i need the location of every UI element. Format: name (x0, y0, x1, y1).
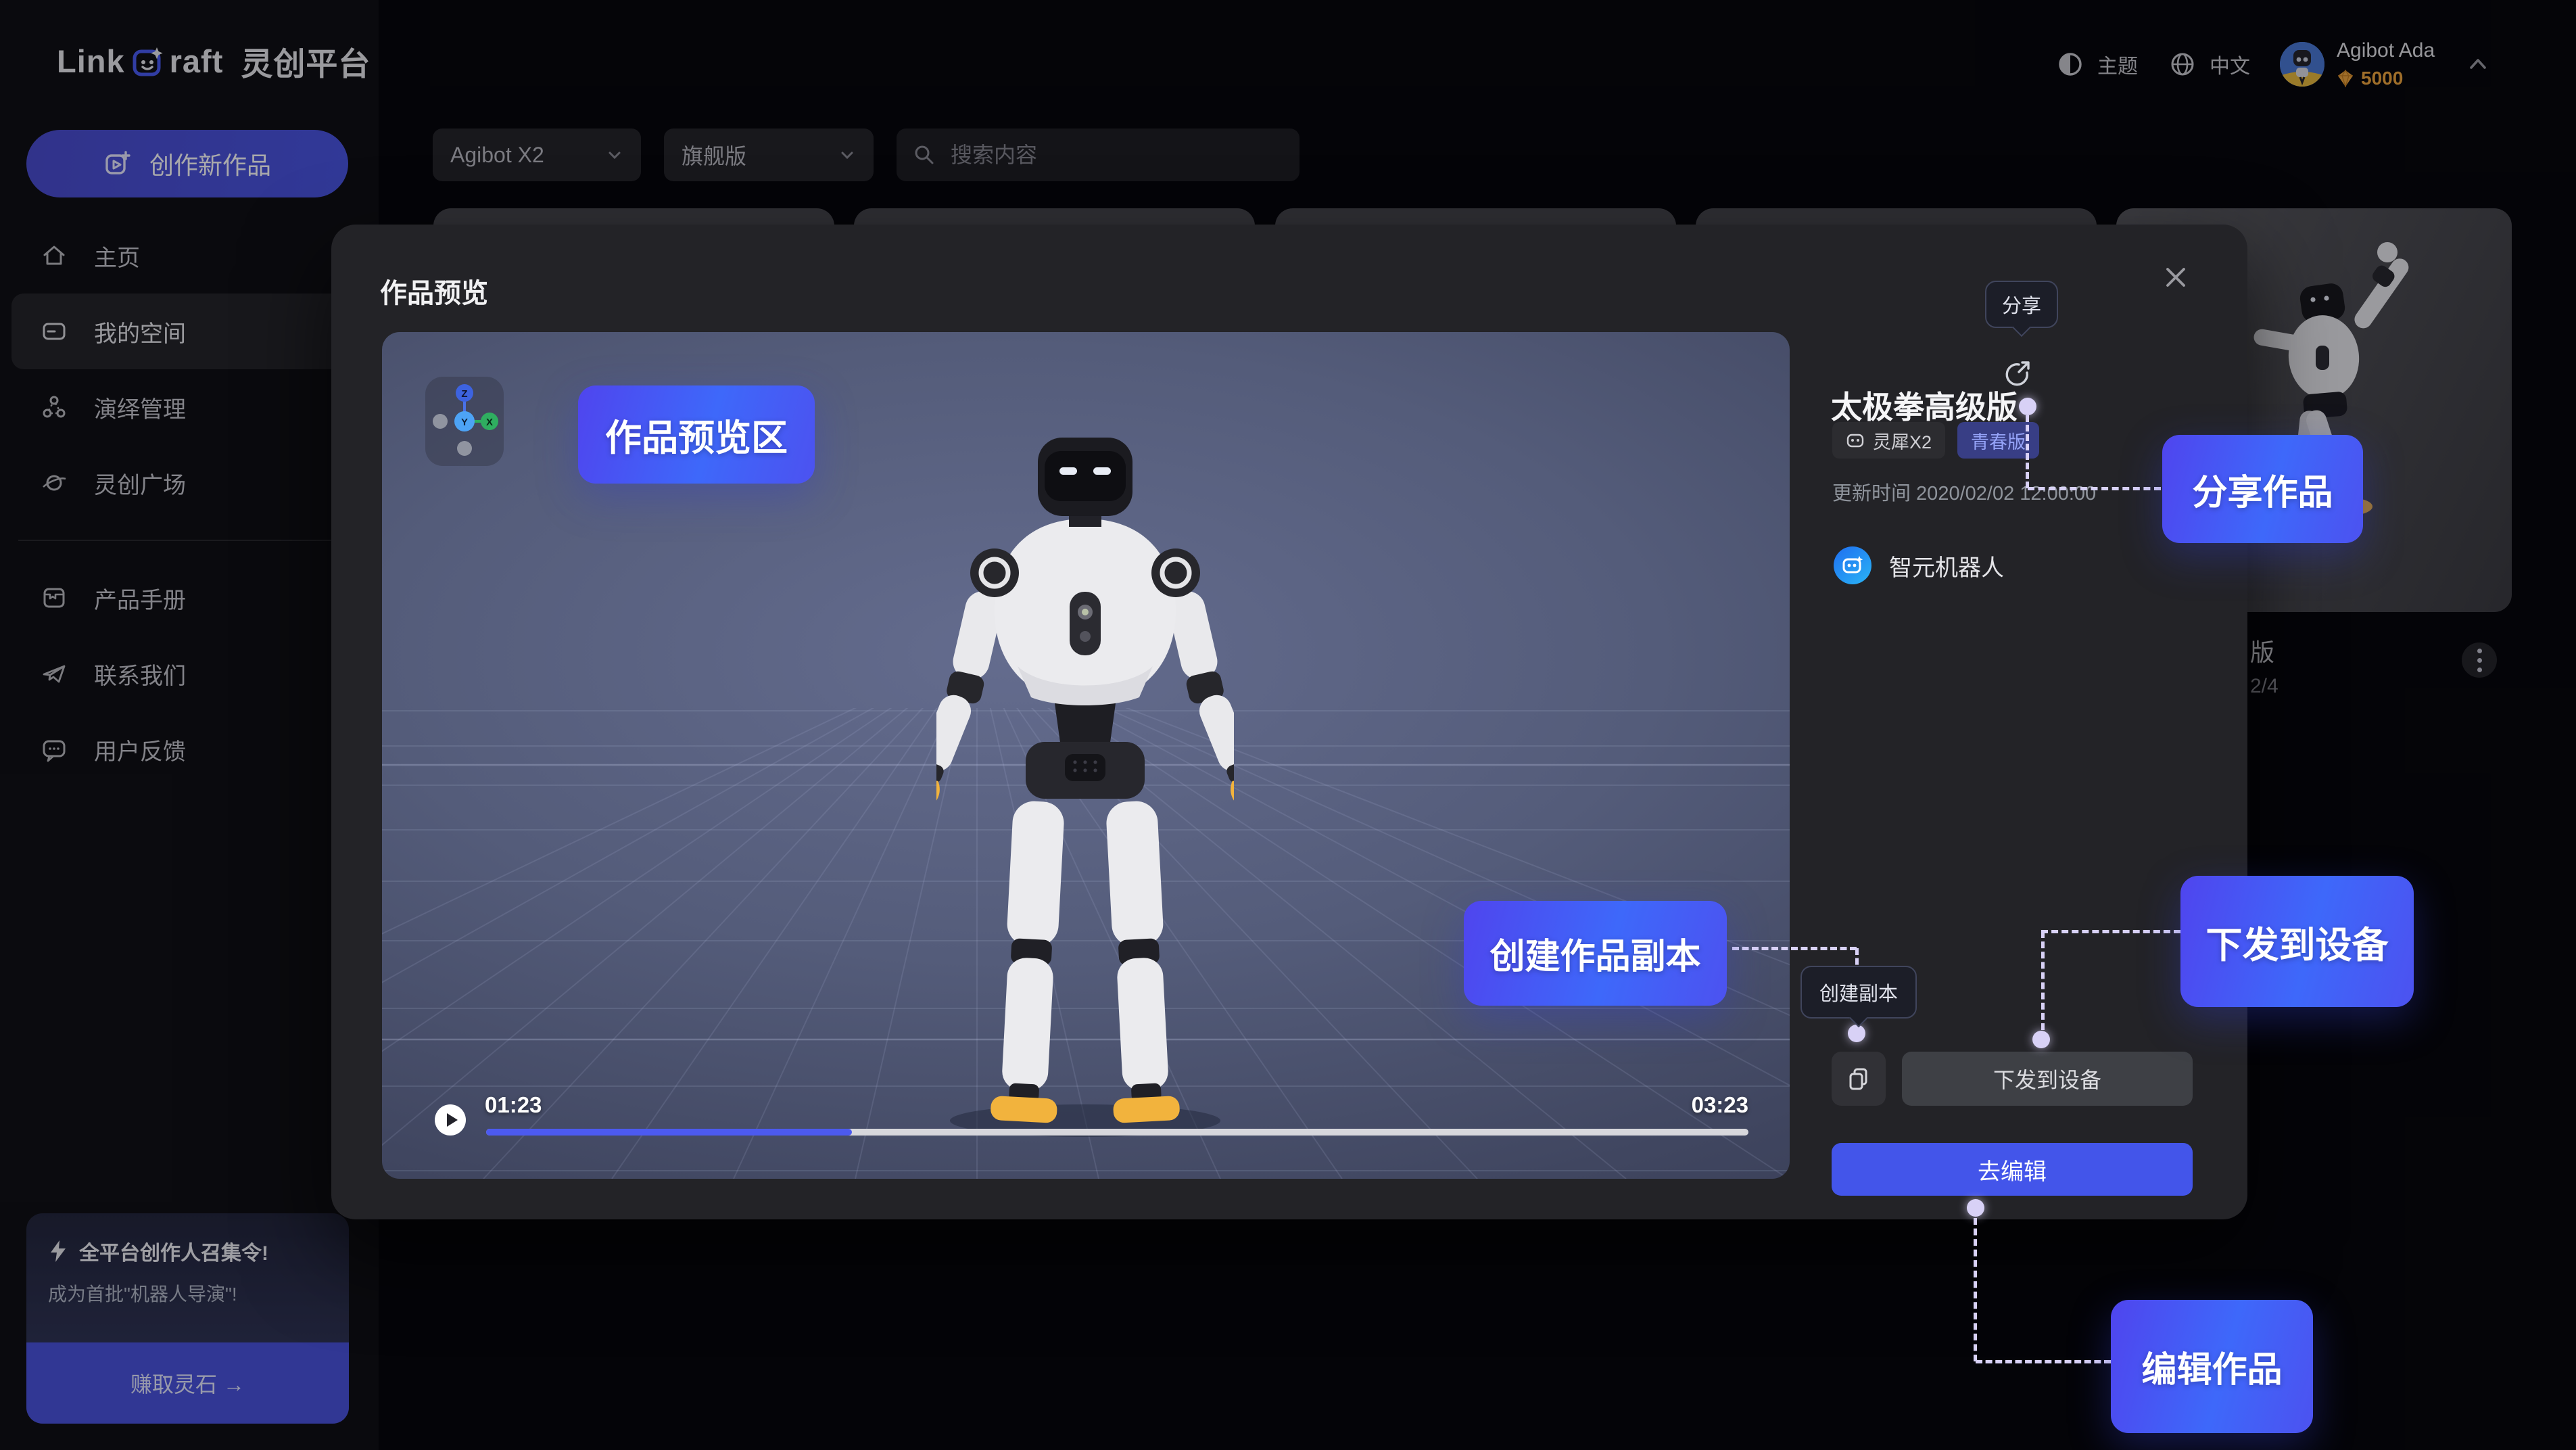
updated-time: 更新时间 2020/02/02 12:00:00 (1832, 477, 2096, 506)
edition-tag: 青春版 (1957, 422, 2039, 459)
progress-bar[interactable] (486, 1129, 1748, 1136)
model-tag: 灵犀X2 (1832, 422, 1945, 459)
edit-button[interactable]: 去编辑 (1832, 1143, 2193, 1196)
robot-model (936, 434, 1234, 1150)
work-title: 太极拳高级版 (1831, 383, 2018, 427)
gizmo-z-label: Z (461, 388, 467, 400)
play-button[interactable] (435, 1104, 466, 1136)
author-name: 智元机器人 (1889, 549, 2004, 582)
robot-face-icon (1841, 554, 1864, 577)
gizmo-y-label: Y (461, 417, 468, 428)
axis-gizmo[interactable]: Z Y X (425, 377, 504, 466)
deploy-button[interactable]: 下发到设备 (1902, 1052, 2193, 1106)
duplicate-button[interactable] (1832, 1052, 1886, 1106)
copy-icon (1845, 1065, 1872, 1092)
robot-face-icon (1846, 431, 1865, 450)
total-time: 03:23 (1686, 1092, 1748, 1118)
model-tag-label: 灵犀X2 (1873, 427, 1932, 454)
author-row[interactable]: 智元机器人 (1834, 546, 2004, 584)
modal-title: 作品预览 (380, 271, 488, 310)
app-root: Link raft 灵创平台 创作新作品 主页 (0, 0, 2576, 1450)
preview-viewport[interactable]: Z Y X 01:23 03:23 (382, 332, 1790, 1179)
progress-fill (486, 1129, 852, 1136)
share-icon[interactable] (2001, 358, 2034, 391)
tag-row: 灵犀X2 青春版 (1832, 422, 2039, 459)
close-icon[interactable] (2158, 260, 2193, 295)
work-preview-modal: 作品预览 (331, 225, 2247, 1219)
current-time: 01:23 (485, 1092, 542, 1118)
author-avatar (1834, 546, 1871, 584)
play-icon (435, 1104, 466, 1136)
gizmo-x-label: X (486, 417, 493, 428)
